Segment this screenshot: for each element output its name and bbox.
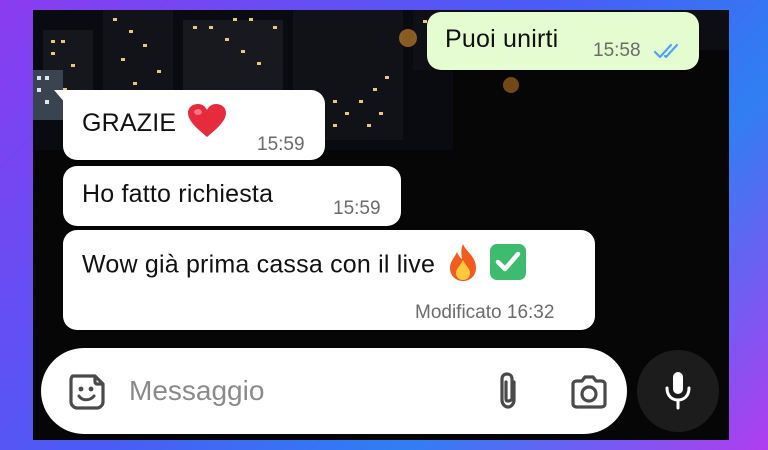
paperclip-icon[interactable] xyxy=(495,370,521,412)
fire-emoji-icon xyxy=(450,244,477,281)
message-text: Ho fatto richiesta xyxy=(82,180,274,208)
message-time: Modificato 16:32 xyxy=(415,302,555,323)
sticker-icon[interactable] xyxy=(67,372,107,412)
message-text: GRAZIE xyxy=(82,104,227,139)
chat-screen: Puoi unirti 15:58 GRAZIE 15:59 Ho fatto … xyxy=(33,10,729,440)
message-text: Puoi unirti xyxy=(445,25,559,53)
message-composer[interactable]: Messaggio xyxy=(41,348,627,434)
message-bubble-incoming[interactable]: Ho fatto richiesta 15:59 xyxy=(63,166,401,226)
microphone-icon xyxy=(665,372,691,410)
message-time: 15:59 xyxy=(257,134,305,155)
bubble-tail xyxy=(54,90,66,104)
message-text-content: Wow già prima cassa con il live xyxy=(82,250,436,279)
message-bubble-incoming[interactable]: GRAZIE 15:59 xyxy=(54,90,325,160)
message-text: Wow già prima cassa con il live xyxy=(82,244,527,282)
voice-message-button[interactable] xyxy=(637,350,719,432)
message-text-content: GRAZIE xyxy=(82,109,177,137)
heart-emoji-icon xyxy=(188,104,227,138)
message-time: 15:59 xyxy=(333,198,381,219)
message-bubble-outgoing[interactable]: Puoi unirti 15:58 xyxy=(427,12,699,70)
message-input[interactable]: Messaggio xyxy=(129,375,264,407)
camera-icon[interactable] xyxy=(569,374,609,410)
check-mark-button-icon xyxy=(490,244,527,280)
message-bubble-incoming[interactable]: Wow già prima cassa con il live Modifica… xyxy=(63,230,595,330)
double-check-read-icon xyxy=(653,43,679,59)
message-time: 15:58 xyxy=(593,40,641,61)
